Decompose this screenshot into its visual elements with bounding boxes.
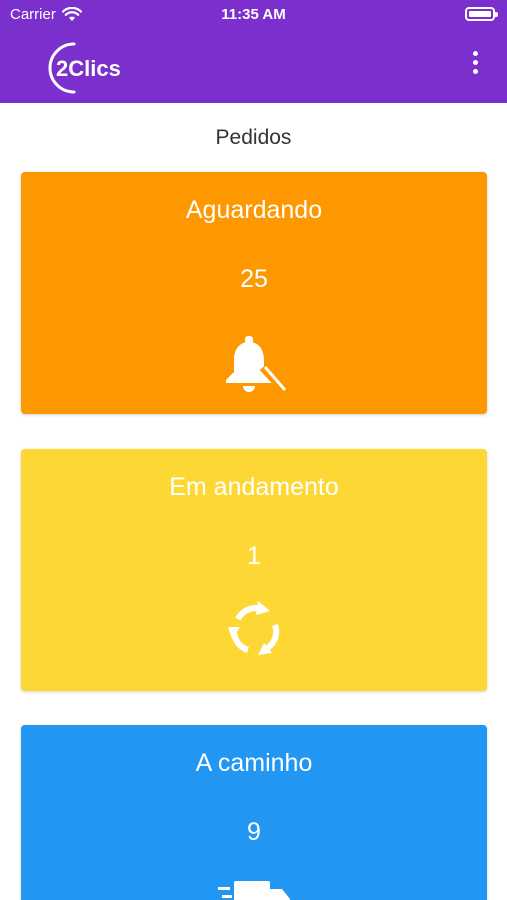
bell-icon — [226, 336, 286, 395]
header: Carrier 11:35 AM 2Clics — [0, 0, 507, 103]
card-title: Em andamento — [169, 473, 339, 501]
app-logo: 2Clics — [48, 42, 121, 94]
card-count: 25 — [240, 265, 268, 293]
refresh-cycle-icon — [228, 601, 280, 655]
app-bar: 2Clics — [0, 34, 507, 103]
delivery-truck-icon — [218, 881, 290, 900]
card-a-caminho[interactable]: A caminho 9 — [21, 725, 487, 900]
card-count: 1 — [247, 542, 261, 570]
card-em-andamento[interactable]: Em andamento 1 — [21, 449, 487, 691]
overflow-menu-button[interactable] — [465, 48, 485, 76]
page-title: Pedidos — [215, 126, 292, 149]
card-aguardando[interactable]: Aguardando 25 — [21, 172, 487, 414]
logo-text: 2Clics — [56, 56, 121, 81]
more-vert-icon — [472, 50, 478, 56]
card-title: Aguardando — [185, 196, 323, 224]
card-count: 9 — [247, 818, 261, 846]
card-title: A caminho — [195, 749, 313, 777]
status-bar: Carrier 11:35 AM — [0, 0, 507, 30]
app-screen: Carrier 11:35 AM 2Clics Pedidos Aguardan… — [0, 0, 507, 900]
battery-icon — [465, 7, 498, 21]
status-time: 11:35 AM — [221, 6, 286, 23]
